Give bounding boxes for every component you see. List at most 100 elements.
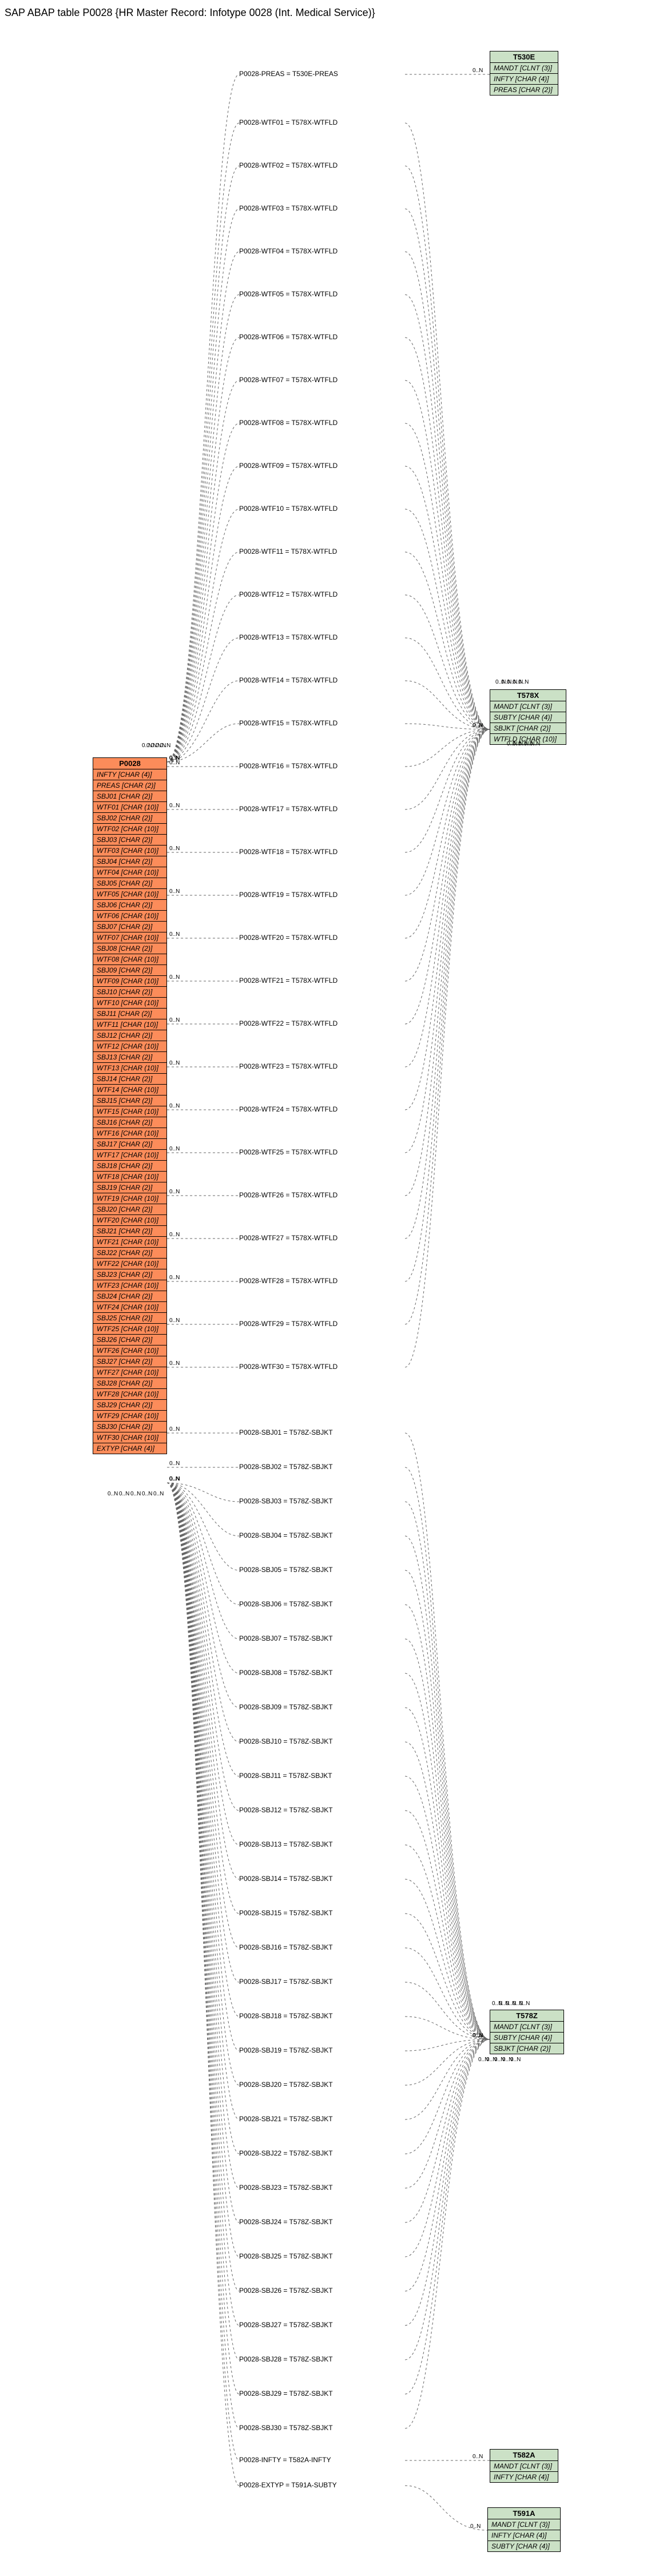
- edge-label: 0..N: [169, 888, 180, 895]
- table-row: WTF06 [CHAR (10)]: [93, 911, 166, 922]
- table-row: WTF29 [CHAR (10)]: [93, 1411, 166, 1422]
- table-row: SBJ09 [CHAR (2)]: [93, 965, 166, 976]
- edge-label: P0028-WTF06 = T578X-WTFLD: [239, 333, 338, 341]
- table-row: WTF16 [CHAR (10)]: [93, 1128, 166, 1139]
- edge-label: 0..N: [473, 68, 483, 74]
- edge-label: 0..N: [518, 679, 529, 685]
- edge-label: P0028-WTF10 = T578X-WTFLD: [239, 505, 338, 513]
- table-row: SBJ15 [CHAR (2)]: [93, 1096, 166, 1106]
- table-t582a: T582A MANDT [CLNT (3)]INFTY [CHAR (4)]: [490, 2449, 558, 2483]
- edge-label: P0028-WTF14 = T578X-WTFLD: [239, 676, 338, 684]
- edge-label: 0..N: [169, 1275, 180, 1281]
- table-t591a: T591A MANDT [CLNT (3)]INFTY [CHAR (4)]SU…: [487, 2507, 561, 2552]
- table-row: WTF25 [CHAR (10)]: [93, 1324, 166, 1335]
- table-row: SBJ25 [CHAR (2)]: [93, 1313, 166, 1324]
- edge-label: P0028-WTF26 = T578X-WTFLD: [239, 1191, 338, 1199]
- table-row: PREAS [CHAR (2)]: [490, 85, 558, 95]
- edge-label: P0028-SBJ01 = T578Z-SBJKT: [239, 1428, 333, 1436]
- table-row: SBJ06 [CHAR (2)]: [93, 900, 166, 911]
- edge-label: 0..N: [169, 803, 180, 809]
- edge-label: 0..N: [142, 1491, 152, 1497]
- edge-label: P0028-SBJ12 = T578Z-SBJKT: [239, 1806, 333, 1814]
- edge-label: P0028-SBJ07 = T578Z-SBJKT: [239, 1634, 333, 1642]
- table-row: MANDT [CLNT (3)]: [490, 2461, 558, 2472]
- edge-label: P0028-SBJ08 = T578Z-SBJKT: [239, 1669, 333, 1677]
- table-row: EXTYP [CHAR (4)]: [93, 1443, 166, 1454]
- edge-label: 0..N: [530, 741, 540, 747]
- table-row: WTF02 [CHAR (10)]: [93, 824, 166, 835]
- table-row: MANDT [CLNT (3)]: [490, 701, 566, 712]
- edge-label: P0028-SBJ27 = T578Z-SBJKT: [239, 2321, 333, 2329]
- edge-label: P0028-EXTYP = T591A-SUBTY: [239, 2481, 337, 2489]
- edge-label: P0028-SBJ14 = T578Z-SBJKT: [239, 1875, 333, 1883]
- table-row: WTF13 [CHAR (10)]: [93, 1063, 166, 1074]
- edge-label: P0028-WTF03 = T578X-WTFLD: [239, 204, 338, 212]
- edge-label: 0..N: [470, 2523, 481, 2530]
- edge-label: 0..N: [169, 1232, 180, 1238]
- table-row: MANDT [CLNT (3)]: [490, 63, 558, 74]
- table-title: T578X: [490, 690, 566, 701]
- edge-label: P0028-WTF12 = T578X-WTFLD: [239, 590, 338, 598]
- edge-label: P0028-PREAS = T530E-PREAS: [239, 70, 338, 78]
- edge-label: P0028-WTF01 = T578X-WTFLD: [239, 118, 338, 126]
- table-row: WTF18 [CHAR (10)]: [93, 1172, 166, 1182]
- edge-label: P0028-SBJ03 = T578Z-SBJKT: [239, 1497, 333, 1505]
- table-row: INFTY [CHAR (4)]: [93, 769, 166, 780]
- table-row: SBJ05 [CHAR (2)]: [93, 878, 166, 889]
- edge-label: 0..N: [108, 1491, 118, 1497]
- edge-label: P0028-SBJ30 = T578Z-SBJKT: [239, 2424, 333, 2432]
- table-row: SBJ28 [CHAR (2)]: [93, 1378, 166, 1389]
- edge-label: P0028-WTF24 = T578X-WTFLD: [239, 1105, 338, 1113]
- table-row: SBJ14 [CHAR (2)]: [93, 1074, 166, 1085]
- edge-label: P0028-SBJ21 = T578Z-SBJKT: [239, 2115, 333, 2123]
- table-row: SUBTY [CHAR (4)]: [490, 712, 566, 723]
- table-row: SBJ07 [CHAR (2)]: [93, 922, 166, 932]
- edge-label: P0028-WTF05 = T578X-WTFLD: [239, 290, 338, 298]
- edge-label: P0028-WTF17 = T578X-WTFLD: [239, 805, 338, 813]
- edge-label: P0028-SBJ23 = T578Z-SBJKT: [239, 2184, 333, 2192]
- edge-label: P0028-WTF20 = T578X-WTFLD: [239, 934, 338, 942]
- edge-label: P0028-WTF18 = T578X-WTFLD: [239, 848, 338, 856]
- edge-label: 0..N: [160, 743, 170, 749]
- edge-label: P0028-SBJ10 = T578Z-SBJKT: [239, 1737, 333, 1745]
- edge-label: 0..N: [169, 1317, 180, 1324]
- table-row: WTF21 [CHAR (10)]: [93, 1237, 166, 1248]
- edge-label: P0028-WTF22 = T578X-WTFLD: [239, 1019, 338, 1027]
- edge-label: P0028-SBJ29 = T578Z-SBJKT: [239, 2390, 333, 2398]
- table-row: WTF12 [CHAR (10)]: [93, 1041, 166, 1052]
- table-row: WTF09 [CHAR (10)]: [93, 976, 166, 987]
- edge-label: 0..N: [169, 1460, 180, 1467]
- table-row: SBJ11 [CHAR (2)]: [93, 1009, 166, 1019]
- table-row: WTF01 [CHAR (10)]: [93, 802, 166, 813]
- edge-label: 0..N: [119, 1491, 129, 1497]
- edge-label: 0..N: [473, 2454, 483, 2460]
- table-row: SBJ13 [CHAR (2)]: [93, 1052, 166, 1063]
- table-row: WTF17 [CHAR (10)]: [93, 1150, 166, 1161]
- table-row: SBJ02 [CHAR (2)]: [93, 813, 166, 824]
- edge-label: P0028-WTF08 = T578X-WTFLD: [239, 419, 338, 427]
- table-row: WTF24 [CHAR (10)]: [93, 1302, 166, 1313]
- table-row: WTF04 [CHAR (10)]: [93, 867, 166, 878]
- table-row: SBJKT [CHAR (2)]: [490, 2043, 563, 2054]
- edge-label: P0028-WTF21 = T578X-WTFLD: [239, 977, 338, 985]
- edge-label: P0028-WTF13 = T578X-WTFLD: [239, 633, 338, 641]
- table-row: SBJ21 [CHAR (2)]: [93, 1226, 166, 1237]
- table-row: MANDT [CLNT (3)]: [490, 2022, 563, 2033]
- edge-label: P0028-SBJ04 = T578Z-SBJKT: [239, 1531, 333, 1539]
- table-row: SBJ20 [CHAR (2)]: [93, 1204, 166, 1215]
- table-row: WTF26 [CHAR (10)]: [93, 1345, 166, 1356]
- table-row: WTF19 [CHAR (10)]: [93, 1193, 166, 1204]
- table-row: SBJ01 [CHAR (2)]: [93, 791, 166, 802]
- edge-label: P0028-SBJ15 = T578Z-SBJKT: [239, 1909, 333, 1917]
- edge-label: 0..N: [169, 1146, 180, 1152]
- table-t578z: T578Z MANDT [CLNT (3)]SUBTY [CHAR (4)]SB…: [490, 2010, 564, 2054]
- table-row: WTF08 [CHAR (10)]: [93, 954, 166, 965]
- edge-label: 0..N: [473, 723, 483, 729]
- table-row: SBJ26 [CHAR (2)]: [93, 1335, 166, 1345]
- edge-label: P0028-WTF29 = T578X-WTFLD: [239, 1320, 338, 1328]
- table-title: T530E: [490, 51, 558, 63]
- edge-label: 0..N: [169, 1103, 180, 1109]
- table-title: T578Z: [490, 2010, 563, 2022]
- table-t578x: T578X MANDT [CLNT (3)]SUBTY [CHAR (4)]SB…: [490, 689, 566, 745]
- table-row: SBJ27 [CHAR (2)]: [93, 1356, 166, 1367]
